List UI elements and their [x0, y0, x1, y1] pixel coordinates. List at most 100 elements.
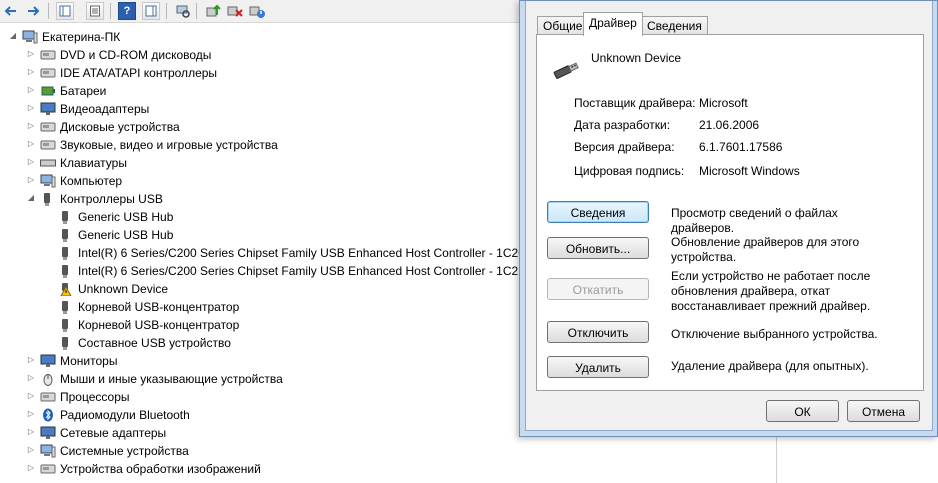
- expand-arrow-icon[interactable]: ▷: [26, 409, 36, 418]
- usb-icon: [40, 192, 56, 206]
- usb-icon: [58, 336, 74, 350]
- usb-icon: [58, 246, 74, 260]
- driver-details-desc: Просмотр сведений о файлах драйверов.: [671, 206, 838, 235]
- computer-icon: [40, 444, 56, 458]
- ok-button[interactable]: ОК: [766, 400, 839, 422]
- version-label: Версия драйвера:: [574, 140, 675, 154]
- signature-label: Цифровая подпись:: [574, 164, 685, 178]
- back-icon[interactable]: [2, 2, 20, 20]
- action-pane-icon[interactable]: [142, 2, 160, 20]
- date-value: 21.06.2006: [699, 118, 760, 132]
- update-driver-button[interactable]: Обновить...: [547, 237, 649, 259]
- tree-item-label: Intel(R) 6 Series/C200 Series Chipset Fa…: [78, 246, 525, 260]
- tree-item-label: Батареи: [60, 84, 107, 98]
- expand-arrow-icon[interactable]: ▷: [26, 427, 36, 436]
- disable-device-button[interactable]: Отключить: [547, 321, 649, 343]
- tree-item-label: Процессоры: [60, 390, 130, 404]
- collapse-arrow-icon[interactable]: ◢: [26, 193, 36, 202]
- mouse-icon: [40, 372, 56, 386]
- tree-item-label: Видеоадаптеры: [60, 102, 150, 116]
- properties-dialog: Общие Драйвер Сведения Unknown Device По…: [519, 0, 938, 437]
- collapse-arrow-icon[interactable]: ◢: [8, 31, 18, 40]
- uninstall-driver-desc: Удаление драйвера (для опытных).: [671, 359, 869, 373]
- driver-details-button[interactable]: Сведения: [547, 201, 649, 223]
- device-category-icon: [40, 390, 56, 404]
- tree-item-label: Intel(R) 6 Series/C200 Series Chipset Fa…: [78, 264, 527, 278]
- properties-icon[interactable]: [86, 2, 104, 20]
- device-category-icon: [40, 462, 56, 476]
- tree-item-label: Сетевые адаптеры: [60, 426, 167, 440]
- cancel-button[interactable]: Отмена: [847, 400, 920, 422]
- usb-icon: [58, 264, 74, 278]
- tree-item-label: Мониторы: [60, 354, 118, 368]
- driver-tab-panel: Unknown Device Поставщик драйвера: Micro…: [536, 34, 924, 391]
- tree-item-label: Generic USB Hub: [78, 228, 174, 242]
- expand-arrow-icon[interactable]: ▷: [26, 67, 36, 76]
- battery-icon: [40, 84, 56, 98]
- tree-item-label: Мыши и иные указывающие устройства: [60, 372, 283, 386]
- tree-item-label: Контроллеры USB: [60, 192, 163, 206]
- signature-value: Microsoft Windows: [699, 164, 800, 178]
- tab-driver[interactable]: Драйвер: [583, 12, 643, 36]
- monitor-icon: [40, 102, 56, 116]
- update-driver-desc: Обновление драйверов для этого устройств…: [671, 235, 860, 264]
- tree-item-label: Клавиатуры: [60, 156, 127, 170]
- device-category-icon: [40, 66, 56, 80]
- expand-arrow-icon[interactable]: ▷: [26, 103, 36, 112]
- expand-arrow-icon[interactable]: ▷: [26, 373, 36, 382]
- expand-arrow-icon[interactable]: ▷: [26, 49, 36, 58]
- device-name: Unknown Device: [591, 51, 682, 65]
- tree-item-label: DVD и CD-ROM дисководы: [60, 48, 212, 62]
- tree-item-label: Unknown Device: [78, 282, 169, 296]
- toolbar-separator: [110, 3, 111, 19]
- scan-hardware-icon[interactable]: [174, 2, 192, 20]
- device-category-icon: [40, 48, 56, 62]
- usb-icon: [58, 300, 74, 314]
- expand-arrow-icon[interactable]: ▷: [26, 445, 36, 454]
- tree-item-label: Составное USB устройство: [78, 336, 231, 350]
- tree-category[interactable]: ▷ Устройства обработки изображений: [0, 460, 770, 478]
- tab-details[interactable]: Сведения: [641, 16, 708, 35]
- rollback-driver-button[interactable]: Откатить: [547, 278, 649, 300]
- monitor-icon: [40, 426, 56, 440]
- show-hide-tree-icon[interactable]: [56, 2, 74, 20]
- usb-icon: [58, 228, 74, 242]
- device-category-icon: [40, 138, 56, 152]
- forward-icon[interactable]: [24, 2, 42, 20]
- expand-arrow-icon[interactable]: ▷: [26, 121, 36, 130]
- expand-arrow-icon[interactable]: ▷: [26, 463, 36, 472]
- disable-icon[interactable]: [248, 2, 266, 20]
- keyboard-icon: [40, 156, 56, 170]
- device-category-icon: [40, 120, 56, 134]
- uninstall-icon[interactable]: [226, 2, 244, 20]
- tree-item-label: Generic USB Hub: [78, 210, 174, 224]
- expand-arrow-icon[interactable]: ▷: [26, 139, 36, 148]
- toolbar-separator: [48, 3, 49, 19]
- rollback-driver-desc: Если устройство не работает после обновл…: [671, 269, 871, 313]
- expand-arrow-icon[interactable]: ▷: [26, 85, 36, 94]
- help-icon[interactable]: ?: [118, 2, 136, 20]
- tree-item-label: Корневой USB-концентратор: [78, 300, 240, 314]
- warning-device-icon: [58, 282, 74, 297]
- tree-item-label: Корневой USB-концентратор: [78, 318, 240, 332]
- dialog-body: Общие Драйвер Сведения Unknown Device По…: [525, 1, 933, 431]
- update-driver-icon[interactable]: [204, 2, 222, 20]
- expand-arrow-icon[interactable]: ▷: [26, 175, 36, 184]
- uninstall-driver-button[interactable]: Удалить: [547, 356, 649, 378]
- expand-arrow-icon[interactable]: ▷: [26, 157, 36, 166]
- usb-icon: [58, 318, 74, 332]
- tree-item-label: Дисковые устройства: [60, 120, 180, 134]
- expand-arrow-icon[interactable]: ▷: [26, 355, 36, 364]
- tree-item-label: Устройства обработки изображений: [60, 462, 261, 476]
- toolbar-separator: [196, 3, 197, 19]
- tree-item-label: Звуковые, видео и игровые устройства: [60, 138, 278, 152]
- tree-item-label: Компьютер: [60, 174, 123, 188]
- tree-category[interactable]: ▷ Системные устройства: [0, 442, 770, 460]
- monitor-icon: [40, 354, 56, 368]
- computer-icon: [40, 174, 56, 188]
- tab-general[interactable]: Общие: [537, 16, 589, 35]
- tree-item-label: IDE ATA/ATAPI контроллеры: [60, 66, 218, 80]
- tree-item-label: Радиомодули Bluetooth: [60, 408, 190, 422]
- expand-arrow-icon[interactable]: ▷: [26, 391, 36, 400]
- version-value: 6.1.7601.17586: [699, 140, 783, 154]
